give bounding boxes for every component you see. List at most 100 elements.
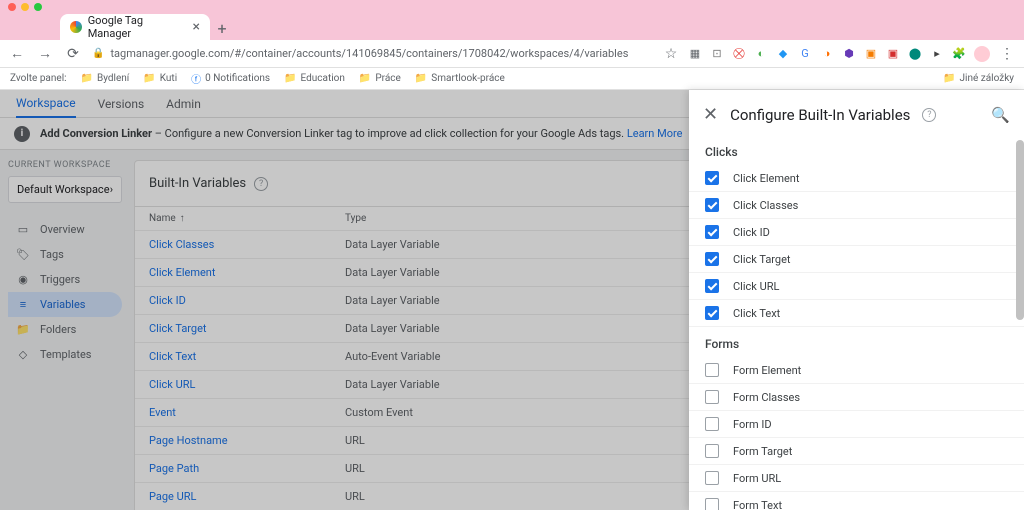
gtm-app: Workspace Versions Admin i Add Conversio…: [0, 90, 1024, 510]
ext-icon[interactable]: G: [798, 47, 812, 61]
option-row[interactable]: Form ID: [689, 411, 1024, 438]
ext-icon[interactable]: ▦: [688, 47, 702, 61]
row-name[interactable]: Page URL: [149, 490, 345, 503]
col-name[interactable]: Name: [149, 213, 176, 224]
nav-icon: ≡: [16, 298, 30, 311]
bookmark-item[interactable]: ⓕ 0 Notifications: [191, 71, 270, 86]
checkbox[interactable]: [705, 279, 719, 293]
workspace-selector[interactable]: Default Workspace ›: [8, 176, 122, 203]
sidebar-item-folders[interactable]: 📁Folders: [8, 317, 122, 342]
card-title: Built-In Variables: [149, 176, 246, 191]
bookmark-item[interactable]: 📁 Práce: [359, 73, 401, 84]
checkbox[interactable]: [705, 171, 719, 185]
reload-icon[interactable]: ⟳: [64, 46, 82, 62]
nav-icon: ▭: [16, 223, 30, 236]
other-bookmarks[interactable]: 📁 Jiné záložky: [943, 73, 1014, 84]
ext-icon[interactable]: ▣: [864, 47, 878, 61]
search-icon[interactable]: 🔍: [991, 106, 1010, 124]
option-row[interactable]: Form Target: [689, 438, 1024, 465]
bookmark-item[interactable]: 📁 Smartlook-práce: [415, 73, 505, 84]
sidebar-item-variables[interactable]: ≡Variables: [8, 292, 122, 317]
bookmark-label: Kuti: [160, 73, 177, 84]
option-row[interactable]: Form Element: [689, 357, 1024, 384]
row-name[interactable]: Page Path: [149, 462, 345, 475]
row-type: Auto-Event Variable: [345, 350, 563, 363]
ext-icon[interactable]: ⬢: [842, 47, 856, 61]
option-row[interactable]: Form Text: [689, 492, 1024, 510]
option-row[interactable]: Click ID: [689, 219, 1024, 246]
alert-body: – Configure a new Conversion Linker tag …: [152, 127, 627, 140]
checkbox[interactable]: [705, 252, 719, 266]
checkbox[interactable]: [705, 471, 719, 485]
kebab-menu-icon[interactable]: ⋮: [998, 46, 1016, 62]
bookmark-item[interactable]: 📁 Education: [284, 73, 345, 84]
checkbox[interactable]: [705, 225, 719, 239]
checkbox[interactable]: [705, 390, 719, 404]
row-name[interactable]: Click Classes: [149, 238, 345, 251]
close-icon[interactable]: ✕: [703, 104, 718, 125]
new-tab-button[interactable]: +: [210, 16, 234, 40]
back-icon[interactable]: ←: [8, 45, 26, 62]
row-name[interactable]: Page Hostname: [149, 434, 345, 447]
tab-versions[interactable]: Versions: [98, 97, 145, 111]
sidebar-item-triggers[interactable]: ◉Triggers: [8, 267, 122, 292]
row-type: URL: [345, 434, 563, 447]
profile-avatar[interactable]: [974, 46, 990, 62]
option-row[interactable]: Click Classes: [689, 192, 1024, 219]
row-name[interactable]: Event: [149, 406, 345, 419]
row-name[interactable]: Click ID: [149, 294, 345, 307]
ext-icon[interactable]: ◆: [776, 47, 790, 61]
option-row[interactable]: Click Target: [689, 246, 1024, 273]
bookmark-label: Práce: [375, 73, 400, 84]
checkbox[interactable]: [705, 444, 719, 458]
sidebar-item-templates[interactable]: ◇ Templates: [8, 342, 122, 367]
ext-icon[interactable]: ⊡: [710, 47, 724, 61]
forward-icon[interactable]: →: [36, 45, 54, 62]
browser-toolbar: ← → ⟳ 🔒 tagmanager.google.com/#/containe…: [0, 40, 1024, 68]
tab-workspace[interactable]: Workspace: [16, 90, 76, 118]
row-name[interactable]: Click Text: [149, 350, 345, 363]
row-name[interactable]: Click Element: [149, 266, 345, 279]
option-row[interactable]: Click Element: [689, 165, 1024, 192]
option-label: Click Classes: [733, 199, 798, 212]
ext-icon[interactable]: ▣: [886, 47, 900, 61]
alert-link[interactable]: Learn More: [627, 127, 683, 140]
tab-admin[interactable]: Admin: [166, 97, 201, 111]
checkbox[interactable]: [705, 498, 719, 510]
bookmark-item[interactable]: 📁 Bydlení: [81, 73, 130, 84]
ext-icon[interactable]: ◑: [820, 47, 834, 61]
browser-tab[interactable]: Google Tag Manager ×: [60, 14, 210, 40]
sidebar-item-overview[interactable]: ▭Overview: [8, 217, 122, 242]
nav-icon: ◇: [16, 348, 30, 361]
ext-icon[interactable]: ⛒: [732, 47, 746, 61]
panel-title: Configure Built-In Variables: [730, 106, 910, 124]
nav-label: Templates: [40, 348, 91, 361]
row-type: URL: [345, 462, 563, 475]
close-tab-icon[interactable]: ×: [193, 19, 200, 35]
option-row[interactable]: Form Classes: [689, 384, 1024, 411]
checkbox[interactable]: [705, 306, 719, 320]
ext-icon[interactable]: ⬤: [908, 47, 922, 61]
close-window-icon[interactable]: [8, 3, 16, 11]
minimize-window-icon[interactable]: [21, 3, 29, 11]
row-name[interactable]: Click Target: [149, 322, 345, 335]
ext-icon[interactable]: ◐: [754, 47, 768, 61]
col-type[interactable]: Type: [345, 213, 563, 224]
url-bar[interactable]: 🔒 tagmanager.google.com/#/container/acco…: [92, 47, 652, 60]
scrollbar[interactable]: [1016, 140, 1024, 320]
option-row[interactable]: Click URL: [689, 273, 1024, 300]
extensions-icon[interactable]: 🧩: [952, 47, 966, 61]
option-row[interactable]: Click Text: [689, 300, 1024, 327]
ext-icon[interactable]: ▸: [930, 47, 944, 61]
help-icon[interactable]: ?: [254, 177, 268, 191]
checkbox[interactable]: [705, 363, 719, 377]
star-icon[interactable]: ☆: [662, 46, 680, 62]
checkbox[interactable]: [705, 417, 719, 431]
row-name[interactable]: Click URL: [149, 378, 345, 391]
help-icon[interactable]: ?: [922, 108, 936, 122]
option-row[interactable]: Form URL: [689, 465, 1024, 492]
maximize-window-icon[interactable]: [34, 3, 42, 11]
bookmark-item[interactable]: 📁 Kuti: [143, 73, 177, 84]
sidebar-item-tags[interactable]: 🏷Tags: [8, 242, 122, 267]
checkbox[interactable]: [705, 198, 719, 212]
